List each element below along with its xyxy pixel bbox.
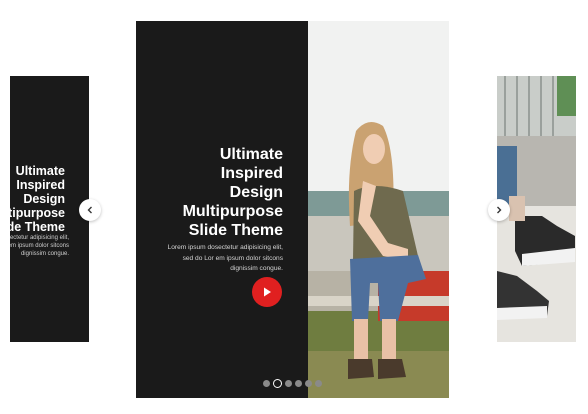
prev-desc-line: sed do Lor em ipsum dolor sitcons — [10, 243, 69, 249]
woman-photo — [308, 21, 449, 398]
slide-desc-line: Lorem ipsum dosectetur adipisicing elit, — [167, 244, 283, 251]
chevron-left-icon — [87, 206, 92, 214]
active-slide-card: Ultimate Inspired Design Multipurpose Sl… — [136, 21, 449, 398]
pagination-dot[interactable] — [315, 380, 322, 387]
slide-title: Ultimate Inspired Design Multipurpose Sl… — [136, 145, 308, 240]
prev-desc-line: Lorem ipsum dosectetur adipisicing elit, — [10, 235, 69, 241]
prev-slide-title: Ultimate Inspired Design Multipurpose Sl… — [10, 164, 65, 234]
prev-slide-button[interactable] — [79, 199, 101, 221]
pagination-dot-active[interactable] — [273, 379, 282, 388]
slide-photo — [308, 21, 449, 398]
prev-slide-description: Lorem ipsum dosectetur adipisicing elit,… — [10, 234, 69, 258]
slide-desc-line: sed do Lor em ipsum dolor sitcons — [182, 254, 283, 262]
prev-title-line: Inspired — [16, 178, 65, 192]
prev-title-line: Ultimate — [15, 164, 65, 178]
slide-description: Lorem ipsum dosectetur adipisicing elit,… — [136, 243, 283, 275]
slide-title-line: Ultimate — [219, 146, 283, 163]
prev-slide-card[interactable]: Ultimate Inspired Design Multipurpose Sl… — [10, 76, 89, 342]
active-slide-text-panel: Ultimate Inspired Design Multipurpose Sl… — [136, 21, 308, 398]
prev-desc-line: dignissim congue. — [20, 251, 69, 257]
pagination-dots — [263, 379, 322, 388]
pagination-dot[interactable] — [295, 380, 302, 387]
slide-title-line: Slide Theme — [188, 222, 283, 239]
play-button[interactable] — [252, 277, 282, 307]
play-icon — [264, 287, 271, 297]
pagination-dot[interactable] — [285, 380, 292, 387]
prev-title-line: Multipurpose — [10, 206, 65, 220]
prev-title-line: Slide Theme — [10, 220, 65, 234]
prev-title-line: Design — [23, 192, 65, 206]
slide-title-line: Design — [229, 184, 283, 201]
next-slide-button[interactable] — [488, 199, 510, 221]
pagination-dot[interactable] — [305, 380, 312, 387]
slide-desc-line: dignissim congue. — [230, 265, 283, 272]
slide-title-line: Multipurpose — [182, 203, 283, 220]
pagination-dot[interactable] — [263, 380, 270, 387]
slide-title-line: Inspired — [220, 165, 283, 182]
chevron-right-icon — [497, 206, 502, 214]
